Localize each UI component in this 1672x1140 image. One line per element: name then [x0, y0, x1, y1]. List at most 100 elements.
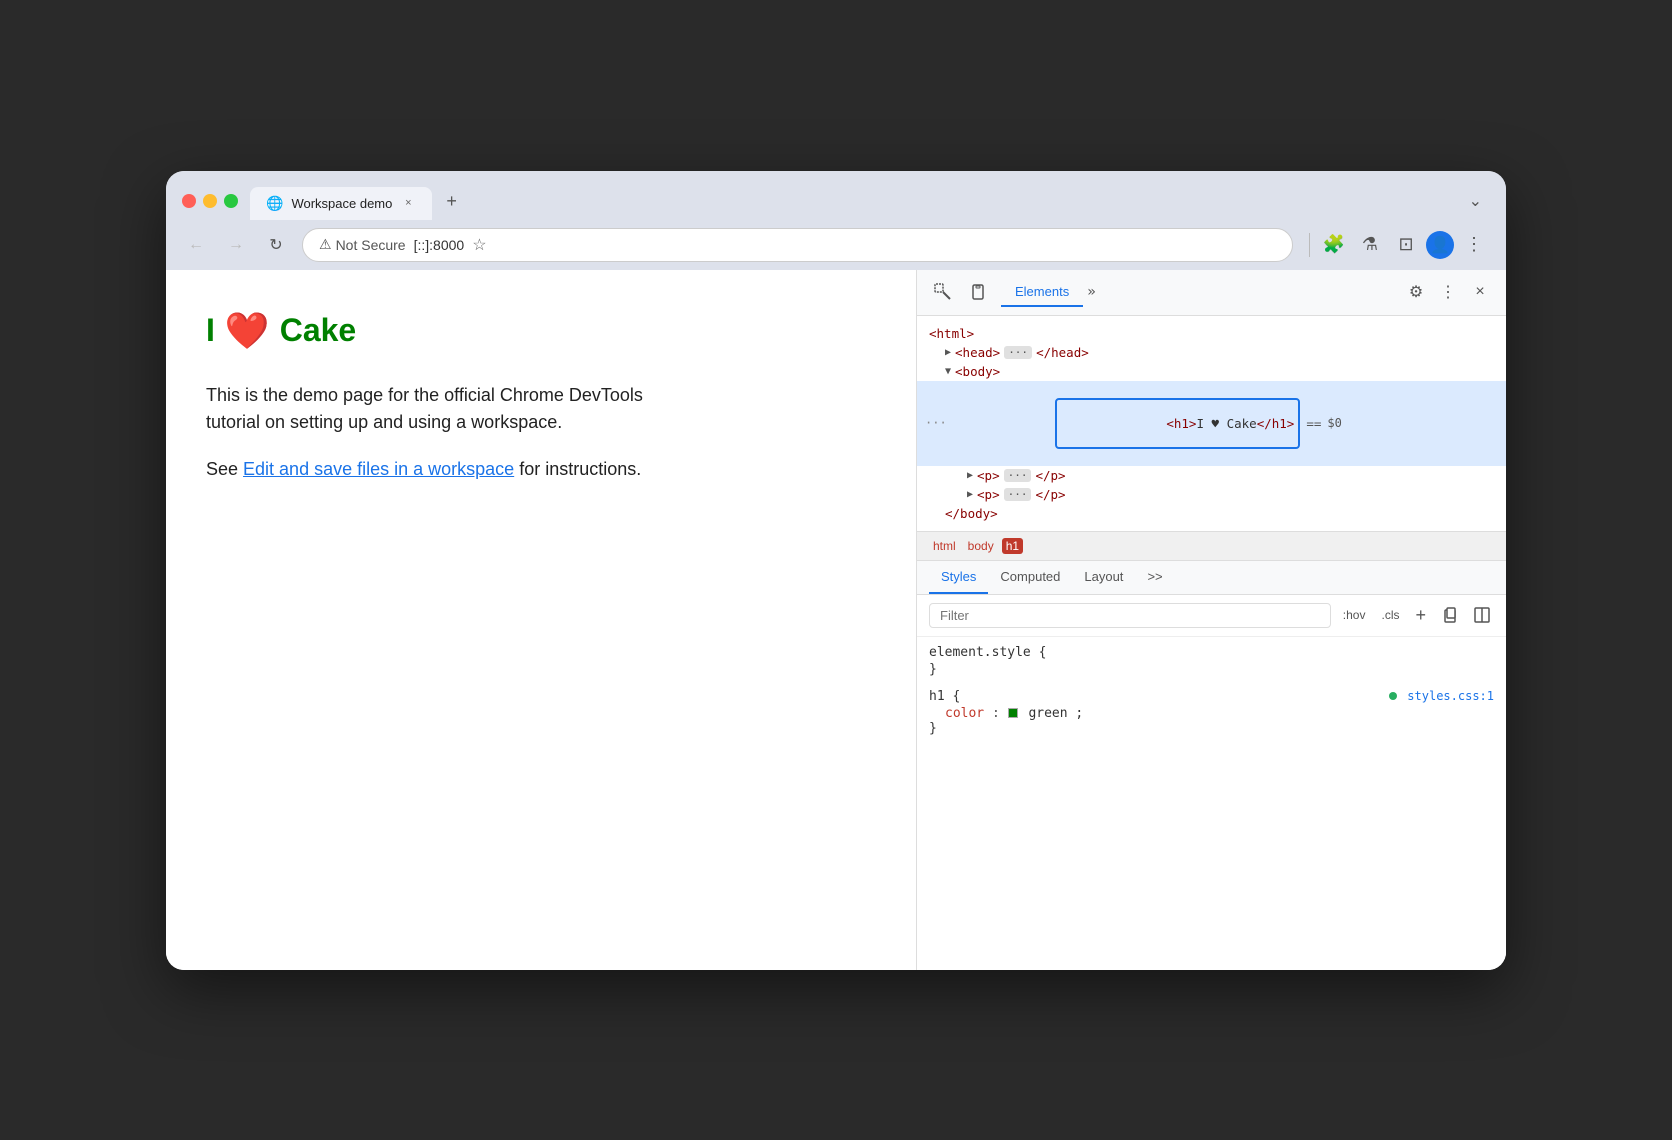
title-bar: 🌐 Workspace demo × + ⌄	[166, 171, 1506, 220]
forward-button[interactable]: →	[222, 231, 250, 259]
dom-arrow-head[interactable]: ▶	[945, 347, 951, 358]
dom-line-head[interactable]: ▶ <head> ··· </head>	[917, 343, 1506, 362]
css-h1-close-brace: }	[929, 721, 1494, 736]
tab-close-button[interactable]: ×	[400, 195, 416, 211]
dom-line-body-close[interactable]: </body>	[917, 504, 1506, 523]
dom-line-p2[interactable]: ▶ <p> ··· </p>	[917, 485, 1506, 504]
tab-styles[interactable]: Styles	[929, 561, 988, 594]
paragraph-2-prefix: See	[206, 459, 243, 479]
dom-tree: <html> ▶ <head> ··· </head> ▼ <body> ···	[917, 316, 1506, 532]
labs-button[interactable]: ⚗	[1354, 229, 1386, 261]
styles-tabs: Styles Computed Layout >>	[917, 561, 1506, 595]
add-style-button[interactable]: +	[1411, 603, 1430, 628]
dom-tag-body: <body>	[955, 364, 1000, 379]
dom-tag-head: <head>	[955, 345, 1000, 360]
main-content: I ❤️ Cake This is the demo page for the …	[166, 270, 1506, 970]
security-label: Not Secure	[336, 237, 406, 253]
dom-tag-p1: <p>	[977, 468, 1000, 483]
tab-dropdown-button[interactable]: ⌄	[1461, 183, 1490, 219]
close-traffic-light[interactable]	[182, 194, 196, 208]
tab-favicon: 🌐	[266, 195, 283, 212]
color-swatch-green[interactable]	[1008, 708, 1018, 718]
url-text: [::]:8000	[414, 237, 465, 253]
security-indicator: ⚠ Not Secure	[319, 236, 406, 253]
profile-icon: 👤	[1430, 235, 1450, 255]
refresh-button[interactable]: ↻	[262, 231, 290, 259]
dom-arrow-body[interactable]: ▼	[945, 366, 951, 377]
dom-tag-html: <html>	[929, 326, 974, 341]
devtools-toolbar: Elements » ⚙ ⋮ ×	[917, 270, 1506, 316]
tab-computed[interactable]: Computed	[988, 561, 1072, 594]
new-tab-button[interactable]: +	[436, 183, 467, 220]
dom-tag-h1-close: </h1>	[1257, 416, 1295, 431]
split-button[interactable]: ⊡	[1390, 229, 1422, 261]
devtools-right-buttons: ⚙ ⋮ ×	[1402, 278, 1494, 306]
cls-button[interactable]: .cls	[1377, 606, 1403, 624]
bookmark-icon[interactable]: ☆	[472, 235, 486, 255]
inspect-element-button[interactable]	[929, 278, 957, 306]
layout-icon-button[interactable]	[1470, 603, 1494, 627]
css-rule-h1: h1 { styles.css:1 color : green ;	[929, 689, 1494, 736]
active-tab[interactable]: 🌐 Workspace demo ×	[250, 187, 432, 220]
css-prop-value-green: green	[1028, 706, 1067, 721]
separator	[1309, 233, 1310, 257]
tab-elements[interactable]: Elements	[1001, 278, 1083, 307]
css-prop-name-color: color	[945, 706, 984, 721]
heading-i: I	[206, 312, 215, 349]
tab-more-styles[interactable]: >>	[1135, 561, 1174, 594]
css-semicolon: ;	[1075, 706, 1083, 721]
dom-tag-p2: <p>	[977, 487, 1000, 502]
dom-dots-p2[interactable]: ···	[1004, 488, 1032, 501]
device-toolbar-button[interactable]	[965, 278, 993, 306]
dom-dots-head[interactable]: ···	[1004, 346, 1032, 359]
hov-button[interactable]: :hov	[1339, 606, 1370, 624]
more-tabs-button[interactable]: »	[1083, 280, 1099, 304]
css-colon: :	[992, 706, 1008, 721]
css-source-text: styles.css:1	[1407, 689, 1494, 703]
css-close-brace: }	[929, 662, 1494, 677]
minimize-traffic-light[interactable]	[203, 194, 217, 208]
css-rule-element-style: element.style { }	[929, 645, 1494, 677]
breadcrumb-body[interactable]: body	[964, 538, 998, 554]
heading-cake: Cake	[280, 312, 357, 349]
heart-emoji: ❤️	[225, 310, 270, 352]
copy-styles-button[interactable]	[1438, 603, 1462, 627]
tab-layout[interactable]: Layout	[1072, 561, 1135, 594]
dom-arrow-p1[interactable]: ▶	[967, 470, 973, 481]
breadcrumb-h1[interactable]: h1	[1002, 538, 1023, 554]
devtools-settings-button[interactable]: ⚙	[1402, 278, 1430, 306]
breadcrumb-html[interactable]: html	[929, 538, 960, 554]
styles-filter-toolbar: :hov .cls +	[917, 595, 1506, 637]
dom-ellipsis: ···	[917, 416, 947, 430]
warning-icon: ⚠	[319, 236, 332, 253]
devtools-tabs: Elements »	[1001, 278, 1394, 307]
extensions-button[interactable]: 🧩	[1318, 229, 1350, 261]
fullscreen-traffic-light[interactable]	[224, 194, 238, 208]
dom-dollar: $0	[1327, 416, 1341, 430]
devtools-panel: Elements » ⚙ ⋮ × <html> ▶ <head>	[916, 270, 1506, 970]
nav-right-icons: 🧩 ⚗ ⊡ 👤 ⋮	[1305, 229, 1490, 261]
workspace-link[interactable]: Edit and save files in a workspace	[243, 459, 514, 479]
devtools-more-button[interactable]: ⋮	[1434, 278, 1462, 306]
dom-h1-highlighted: <h1>I ♥ Cake</h1>	[1055, 398, 1300, 449]
dom-line-html[interactable]: <html>	[917, 324, 1506, 343]
css-source-link[interactable]: styles.css:1	[1389, 689, 1494, 703]
dom-dots-p1[interactable]: ···	[1004, 469, 1032, 482]
dom-line-h1[interactable]: ··· <h1>I ♥ Cake</h1> == $0	[917, 381, 1506, 466]
tabs-area: 🌐 Workspace demo × +	[250, 183, 1449, 220]
dom-line-body[interactable]: ▼ <body>	[917, 362, 1506, 381]
dom-line-p1[interactable]: ▶ <p> ··· </p>	[917, 466, 1506, 485]
dom-tag-h1-open: <h1>	[1166, 416, 1196, 431]
devtools-close-button[interactable]: ×	[1466, 278, 1494, 306]
browser-window: 🌐 Workspace demo × + ⌄ ← → ↻ ⚠ Not Secur…	[166, 171, 1506, 970]
styles-filter-input[interactable]	[929, 603, 1331, 628]
address-bar[interactable]: ⚠ Not Secure [::]:8000 ☆	[302, 228, 1293, 262]
profile-avatar[interactable]: 👤	[1426, 231, 1454, 259]
page-heading: I ❤️ Cake	[206, 310, 876, 352]
css-selector-element-style: element.style {	[929, 645, 1494, 660]
traffic-lights	[182, 194, 238, 208]
menu-button[interactable]: ⋮	[1458, 229, 1490, 261]
back-button[interactable]: ←	[182, 231, 210, 259]
dom-tag-head-close: </head>	[1036, 345, 1089, 360]
dom-arrow-p2[interactable]: ▶	[967, 489, 973, 500]
